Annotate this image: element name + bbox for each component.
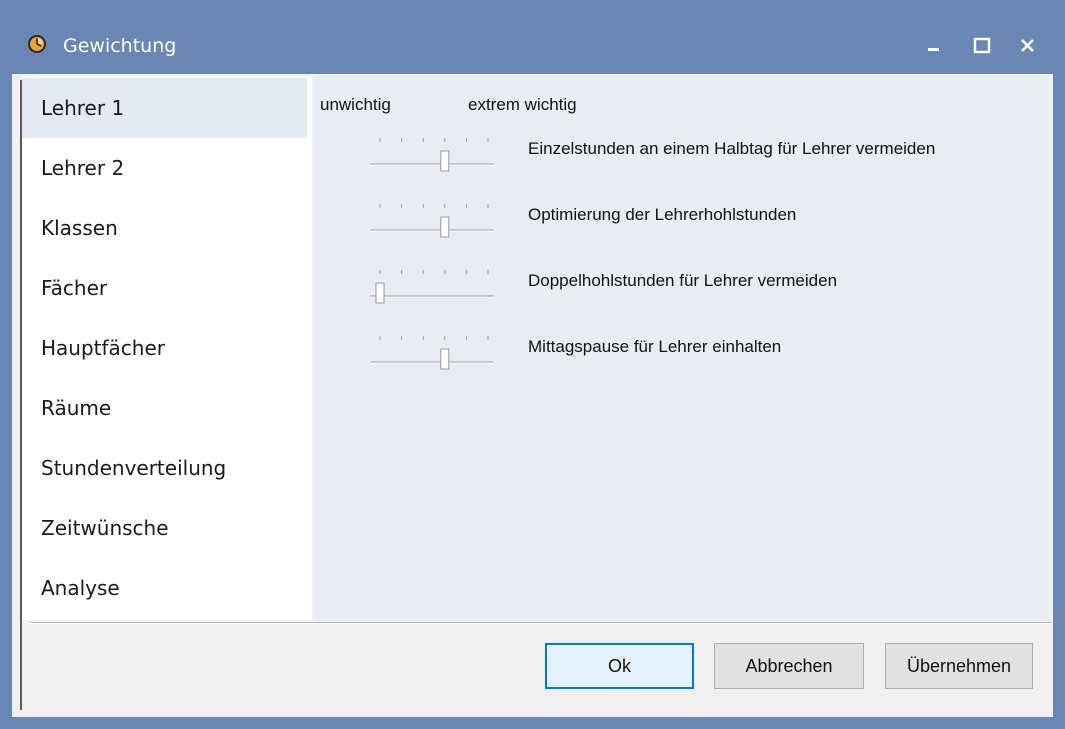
- close-icon: [1021, 39, 1034, 52]
- sidebar-item-label: Räume: [41, 396, 112, 420]
- scale-high-label: extrem wichtig: [468, 95, 577, 114]
- maximize-icon: [973, 37, 991, 54]
- option-label: Einzelstunden an einem Halbtag für Lehre…: [528, 139, 936, 158]
- maximize-button[interactable]: [966, 30, 998, 62]
- scale-low-label: unwichtig: [320, 95, 391, 114]
- window-title: Gewichtung: [63, 35, 177, 57]
- minimize-icon: [928, 48, 939, 51]
- category-list: Lehrer 1 Lehrer 2 Klassen Fächer Hauptfä…: [22, 76, 312, 620]
- dialog-window: Gewichtung Lehrer 1 Lehrer 2 Klassen Fäc…: [0, 0, 1065, 729]
- sidebar-item-label: Klassen: [41, 216, 118, 240]
- sidebar-item-zeitwuensche[interactable]: Zeitwünsche: [22, 498, 307, 558]
- option-label: Doppelhohlstunden für Lehrer vermeiden: [528, 271, 838, 290]
- sidebar-item-lehrer-1[interactable]: Lehrer 1: [22, 78, 307, 138]
- weight-slider[interactable]: [370, 332, 494, 372]
- sidebar-item-hauptfaecher[interactable]: Hauptfächer: [22, 318, 307, 378]
- slider-thumb: [440, 348, 450, 370]
- clock-icon: [28, 35, 46, 53]
- cancel-button[interactable]: Abbrechen: [714, 643, 864, 689]
- ok-button[interactable]: Ok: [545, 643, 694, 689]
- sidebar-item-stundenverteilung[interactable]: Stundenverteilung: [22, 438, 307, 498]
- sidebar-item-lehrer-2[interactable]: Lehrer 2: [22, 138, 307, 198]
- weight-slider[interactable]: [370, 134, 494, 174]
- sidebar-item-label: Lehrer 2: [41, 156, 125, 180]
- sidebar-item-label: Analyse: [41, 576, 120, 600]
- sidebar-item-label: Zeitwünsche: [41, 516, 169, 540]
- weight-slider[interactable]: [370, 266, 494, 306]
- sidebar-item-analyse[interactable]: Analyse: [22, 558, 307, 618]
- option-label: Mittagspause für Lehrer einhalten: [528, 337, 782, 356]
- apply-button[interactable]: Übernehmen: [885, 643, 1033, 689]
- slider-thumb: [375, 282, 385, 304]
- slider-thumb: [440, 150, 450, 172]
- footer-separator-highlight: [30, 623, 1051, 624]
- sidebar-item-label: Fächer: [41, 276, 108, 300]
- sidebar-item-label: Hauptfächer: [41, 336, 166, 360]
- sidebar-item-klassen[interactable]: Klassen: [22, 198, 307, 258]
- close-button[interactable]: [1012, 30, 1044, 62]
- weight-slider[interactable]: [370, 200, 494, 240]
- sidebar-item-faecher[interactable]: Fächer: [22, 258, 307, 318]
- sidebar-item-label: Stundenverteilung: [41, 456, 227, 480]
- option-label: Optimierung der Lehrerhohlstunden: [528, 205, 797, 224]
- slider-thumb: [440, 216, 450, 238]
- sidebar-item-raeume[interactable]: Räume: [22, 378, 307, 438]
- title-bar[interactable]: Gewichtung: [0, 0, 1065, 74]
- minimize-button[interactable]: [918, 30, 950, 62]
- sidebar-item-label: Lehrer 1: [41, 96, 125, 120]
